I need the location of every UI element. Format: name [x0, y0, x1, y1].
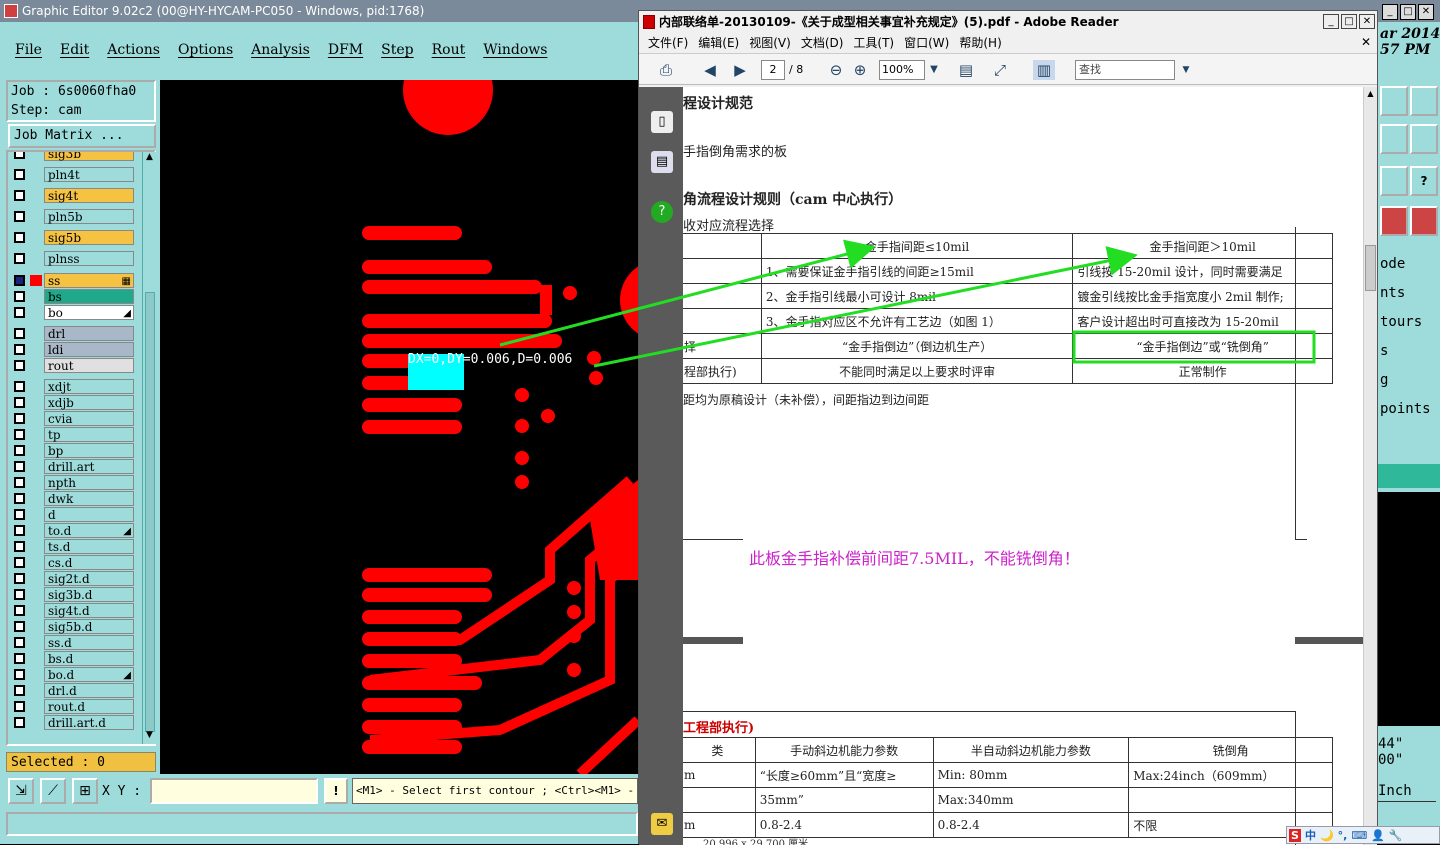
tray-icon[interactable]: °,: [1338, 829, 1348, 842]
highlight-box: [1072, 330, 1316, 364]
tray-icon[interactable]: 中: [1305, 827, 1316, 843]
arrow-to-left-column: [499, 239, 876, 347]
arrow-to-right-column: [593, 246, 1138, 368]
system-tray: S 中 🌙 °, ⌨ 👤 🔧: [1286, 826, 1440, 844]
tray-icon[interactable]: 🔧: [1389, 829, 1403, 842]
annotation-overlay: [499, 239, 1316, 368]
tray-icon[interactable]: 🌙: [1320, 829, 1334, 842]
tray-icon[interactable]: 👤: [1371, 829, 1385, 842]
tray-icon[interactable]: ⌨: [1351, 829, 1367, 842]
ime-logo-icon[interactable]: S: [1289, 828, 1301, 842]
